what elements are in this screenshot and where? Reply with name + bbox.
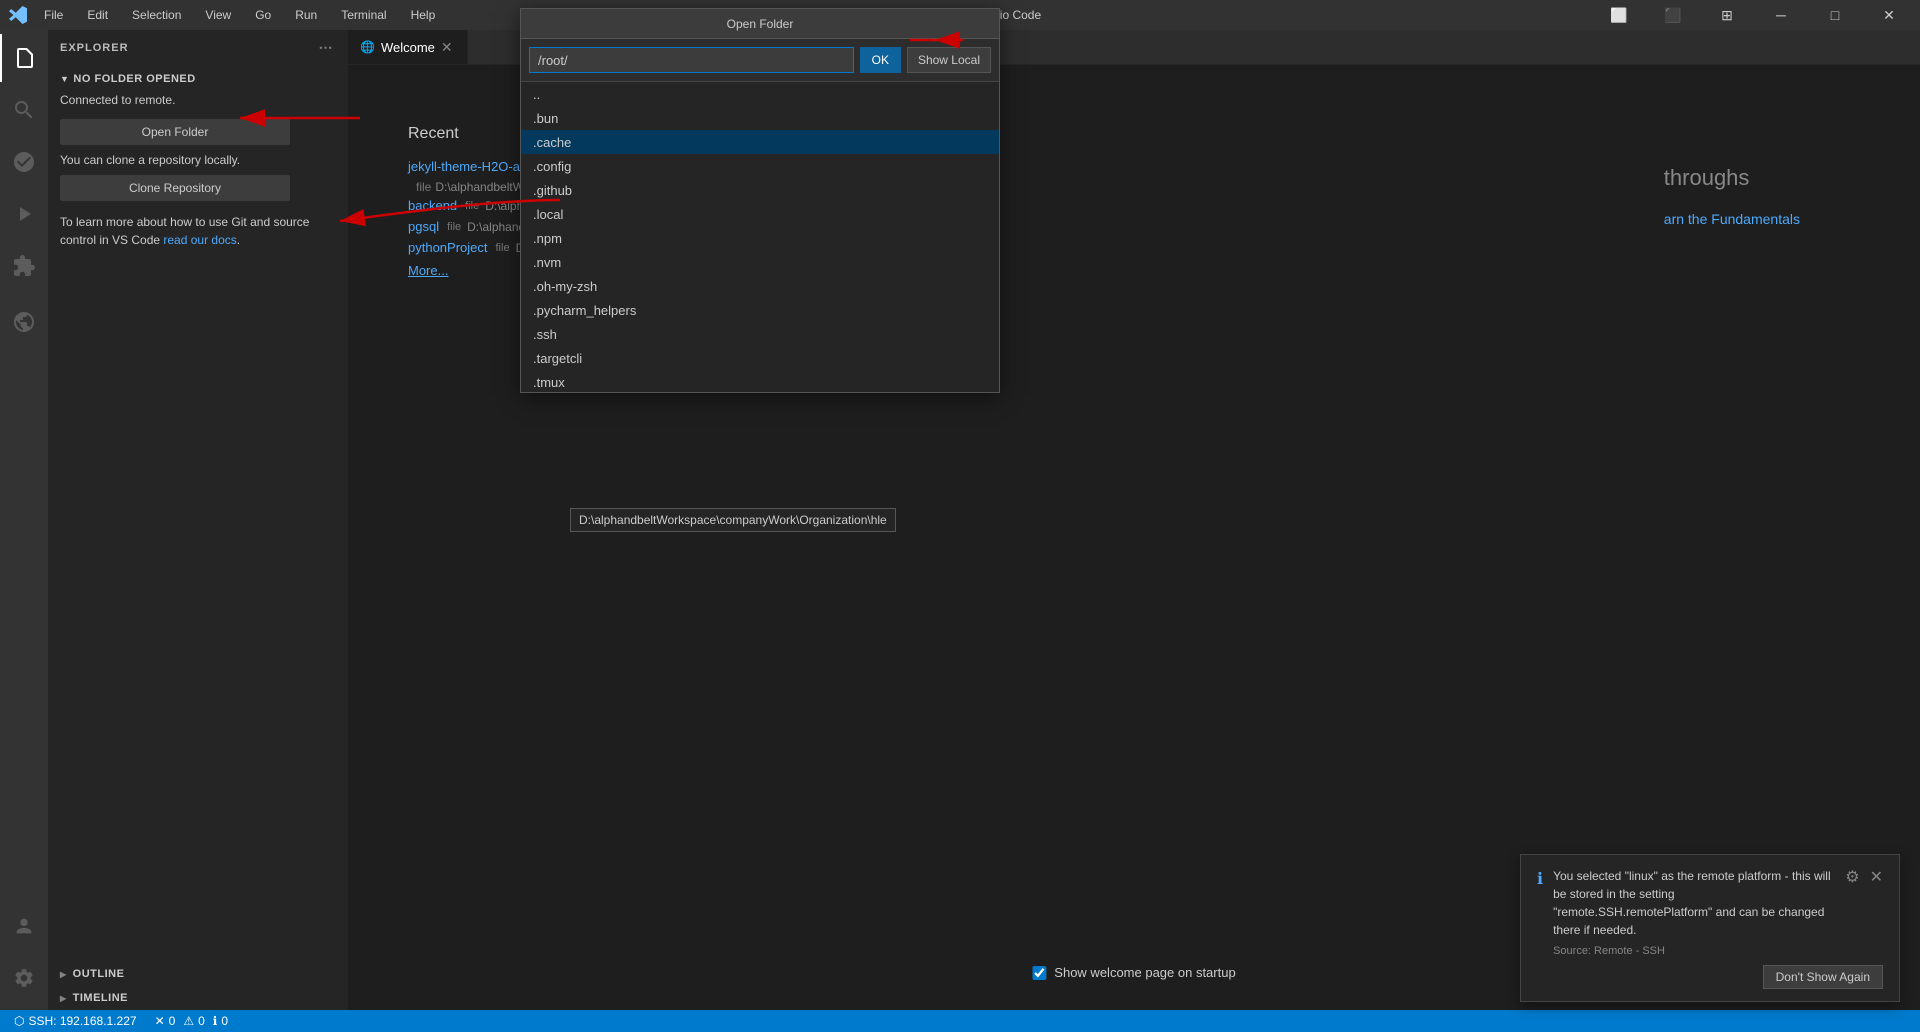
- sidebar-layout-button[interactable]: ⬜: [1596, 0, 1642, 30]
- list-item[interactable]: .ssh: [521, 322, 999, 346]
- info-icon: ℹ: [1537, 869, 1543, 889]
- ssh-status[interactable]: ⬡ SSH: 192.168.1.227: [8, 1014, 143, 1028]
- dialog-ok-button[interactable]: OK: [860, 47, 901, 73]
- menu-bar[interactable]: File Edit Selection View Go Run Terminal…: [40, 6, 439, 24]
- warning-icon: ⚠: [183, 1014, 194, 1028]
- dialog-file-list[interactable]: .. .bun .cache .config .github .local .n…: [521, 82, 999, 392]
- recent-link-3[interactable]: pythonProject: [408, 240, 488, 255]
- activity-bar: [0, 30, 48, 1010]
- errors-count: 0: [169, 1014, 176, 1028]
- show-welcome-checkbox[interactable]: [1032, 966, 1046, 980]
- tab-close-button[interactable]: ✕: [441, 39, 453, 56]
- errors-status[interactable]: ✕ 0 ⚠ 0 ℹ 0: [151, 1014, 232, 1028]
- recent-type-2: file: [447, 221, 461, 233]
- menu-selection[interactable]: Selection: [128, 6, 185, 24]
- list-item[interactable]: .nvm: [521, 250, 999, 274]
- recent-type-3: file: [496, 242, 510, 254]
- open-folder-dialog: Open Folder OK Show Local .. .bun .cache…: [520, 8, 1000, 393]
- list-item[interactable]: .npm: [521, 226, 999, 250]
- dialog-input-row: OK Show Local: [521, 39, 999, 82]
- list-item[interactable]: .oh-my-zsh: [521, 274, 999, 298]
- menu-help[interactable]: Help: [407, 6, 440, 24]
- notification-source: Source: Remote - SSH: [1553, 945, 1835, 957]
- list-item[interactable]: .config: [521, 154, 999, 178]
- welcome-footer: Show welcome page on startup: [1032, 965, 1235, 980]
- title-bar-left: File Edit Selection View Go Run Terminal…: [8, 5, 439, 25]
- sidebar-content: No Folder Opened Connected to remote. Op…: [48, 65, 348, 962]
- recent-link-2[interactable]: pgsql: [408, 219, 439, 234]
- minimize-button[interactable]: ─: [1758, 0, 1804, 30]
- no-folder-label: No Folder Opened: [60, 73, 336, 85]
- timeline-section[interactable]: Timeline: [48, 986, 348, 1010]
- tab-label: Welcome: [381, 40, 435, 55]
- outline-section[interactable]: Outline: [48, 962, 348, 986]
- list-item[interactable]: .pycharm_helpers: [521, 298, 999, 322]
- error-icon: ✕: [155, 1014, 165, 1028]
- sidebar-header: Explorer ⋯: [48, 30, 348, 65]
- activity-explorer[interactable]: [0, 34, 48, 82]
- menu-file[interactable]: File: [40, 6, 67, 24]
- tab-icon: 🌐: [360, 40, 375, 54]
- menu-go[interactable]: Go: [251, 6, 275, 24]
- notification-message: You selected "linux" as the remote platf…: [1553, 867, 1835, 939]
- panel-layout-button[interactable]: ⬛: [1650, 0, 1696, 30]
- activity-accounts[interactable]: [0, 902, 48, 950]
- info-count: 0: [221, 1014, 228, 1028]
- show-welcome-label: Show welcome page on startup: [1054, 965, 1235, 980]
- open-folder-button[interactable]: Open Folder: [60, 119, 290, 145]
- activity-bar-bottom: [0, 902, 48, 1010]
- menu-view[interactable]: View: [201, 6, 235, 24]
- activity-source-control[interactable]: [0, 138, 48, 186]
- clone-info-text: You can clone a repository locally.: [60, 153, 336, 167]
- menu-run[interactable]: Run: [291, 6, 321, 24]
- vscode-logo-icon: [8, 5, 28, 25]
- list-item[interactable]: .local: [521, 202, 999, 226]
- list-item[interactable]: .tmux: [521, 370, 999, 392]
- status-bar: ⬡ SSH: 192.168.1.227 ✕ 0 ⚠ 0 ℹ 0: [0, 1010, 1920, 1032]
- sidebar: Explorer ⋯ No Folder Opened Connected to…: [48, 30, 348, 1010]
- window-controls: ⬜ ⬛ ⊞ ─ □ ✕: [1596, 0, 1912, 30]
- notification-body: ℹ You selected "linux" as the remote pla…: [1537, 867, 1883, 957]
- recent-type-1: file: [465, 200, 479, 212]
- right-panel-throughput: throughs arn the Fundamentals: [1664, 165, 1800, 227]
- notification-panel: ℹ You selected "linux" as the remote pla…: [1520, 854, 1900, 1002]
- dialog-title: Open Folder: [521, 9, 999, 39]
- sidebar-actions: ⋯: [316, 38, 336, 58]
- maximize-button[interactable]: □: [1812, 0, 1858, 30]
- list-item[interactable]: .bun: [521, 106, 999, 130]
- list-item[interactable]: ..: [521, 82, 999, 106]
- menu-edit[interactable]: Edit: [83, 6, 112, 24]
- dialog-show-local-button[interactable]: Show Local: [907, 47, 991, 73]
- recent-link-1[interactable]: backend: [408, 198, 457, 213]
- notification-actions: Don't Show Again: [1537, 965, 1883, 989]
- remote-icon: ⬡: [14, 1014, 24, 1028]
- warnings-count: 0: [198, 1014, 205, 1028]
- sidebar-title: Explorer: [60, 42, 129, 54]
- help-text: To learn more about how to use Git and s…: [60, 213, 336, 249]
- activity-settings[interactable]: [0, 954, 48, 1002]
- folder-path-input[interactable]: [529, 47, 854, 73]
- info-icon: ℹ: [213, 1014, 218, 1028]
- connected-message: Connected to remote.: [60, 93, 336, 107]
- notification-settings-icon[interactable]: ⚙: [1845, 867, 1859, 887]
- new-file-button[interactable]: ⋯: [316, 38, 336, 58]
- notification-content: You selected "linux" as the remote platf…: [1553, 867, 1835, 957]
- notification-close-button[interactable]: ✕: [1870, 867, 1883, 887]
- clone-repository-button[interactable]: Clone Repository: [60, 175, 290, 201]
- ssh-label: SSH: 192.168.1.227: [28, 1014, 136, 1028]
- read-docs-link[interactable]: read our docs: [163, 233, 236, 247]
- dont-show-again-button[interactable]: Don't Show Again: [1763, 965, 1883, 989]
- activity-search[interactable]: [0, 86, 48, 134]
- status-bar-left: ⬡ SSH: 192.168.1.227 ✕ 0 ⚠ 0 ℹ 0: [8, 1014, 232, 1028]
- activity-extensions[interactable]: [0, 242, 48, 290]
- list-item[interactable]: .targetcli: [521, 346, 999, 370]
- activity-remote-explorer[interactable]: [0, 298, 48, 346]
- tab-welcome[interactable]: 🌐 Welcome ✕: [348, 30, 468, 64]
- list-item-cache[interactable]: .cache: [521, 130, 999, 154]
- close-button[interactable]: ✕: [1866, 0, 1912, 30]
- list-item[interactable]: .github: [521, 178, 999, 202]
- fullscreen-layout-button[interactable]: ⊞: [1704, 0, 1750, 30]
- menu-terminal[interactable]: Terminal: [337, 6, 390, 24]
- activity-run-debug[interactable]: [0, 190, 48, 238]
